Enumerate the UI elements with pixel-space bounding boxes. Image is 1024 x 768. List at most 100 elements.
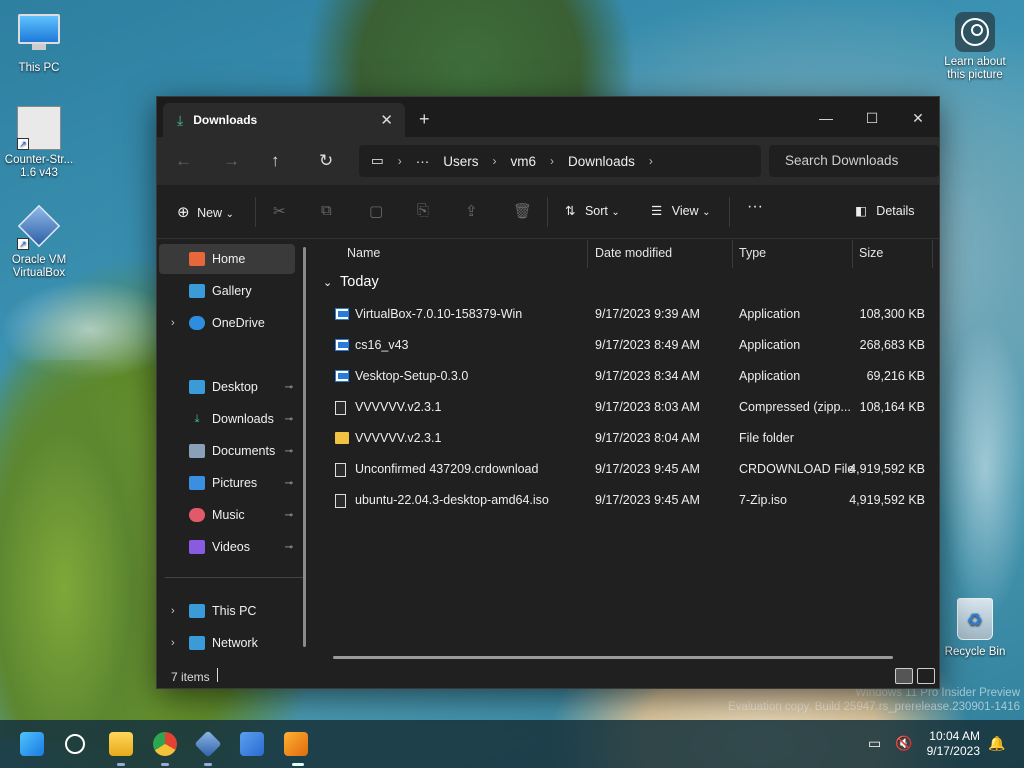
sidebar-item-pictures[interactable]: Pictures ⊸ (159, 468, 295, 498)
windows-watermark: Windows 11 Pro Insider Preview Evaluatio… (728, 686, 1020, 714)
sidebar-item-home[interactable]: Home (159, 244, 295, 274)
sidebar-item-downloads[interactable]: ⤓ Downloads ⊸ (159, 404, 295, 434)
sidebar-item-desktop[interactable]: Desktop ⊸ (159, 372, 295, 402)
tiles-view-button[interactable] (917, 668, 935, 684)
chevron-right-icon[interactable]: › (171, 317, 175, 329)
file-date: 9/17/2023 9:39 AM (595, 307, 700, 321)
file-date: 9/17/2023 8:04 AM (595, 431, 700, 445)
notification-icon[interactable]: 🔔 (988, 735, 1005, 752)
new-tab-button[interactable]: + (419, 109, 430, 130)
chevron-down-icon: ⌄ (323, 277, 333, 289)
group-label: Today (340, 274, 379, 290)
start-icon[interactable] (20, 732, 44, 756)
search-icon[interactable] (65, 734, 85, 754)
desktop-icon-counter-strike[interactable]: ↗ Counter-Str... 1.6 v43 (1, 106, 77, 180)
desktop-icon-virtualbox[interactable]: ↗ Oracle VM VirtualBox (1, 204, 77, 280)
view-button[interactable]: ☰ View ⌄ (651, 203, 710, 218)
file-row[interactable]: cs16_v43 9/17/2023 8:49 AM Application 2… (317, 330, 937, 361)
file-row[interactable]: VVVVVV.v2.3.1 9/17/2023 8:03 AM Compress… (317, 392, 937, 423)
chevron-right-icon[interactable]: › (550, 154, 554, 168)
more-options-button[interactable]: ··· (747, 198, 763, 216)
tab-title: Downloads (193, 113, 258, 127)
store-icon[interactable] (240, 732, 264, 756)
column-header-size[interactable]: Size (859, 240, 933, 268)
back-button[interactable]: ← (175, 151, 192, 171)
horizontal-scrollbar[interactable] (333, 656, 893, 659)
computer-icon[interactable]: ▭ (371, 153, 384, 169)
sidebar-item-onedrive[interactable]: › OneDrive (159, 308, 295, 338)
volume-mute-icon[interactable]: 🔇 (895, 735, 912, 752)
details-button[interactable]: ◧ Details (855, 203, 915, 218)
column-header-date[interactable]: Date modified (595, 240, 733, 268)
file-row[interactable]: ubuntu-22.04.3-desktop-amd64.iso 9/17/20… (317, 485, 937, 516)
clock[interactable]: 10:04 AM 9/17/2023 (927, 729, 980, 759)
display-icon[interactable]: ▭ (868, 735, 881, 752)
sidebar-item-gallery[interactable]: Gallery (159, 276, 295, 306)
tab-downloads[interactable]: ⤓ Downloads ✕ (163, 103, 405, 137)
delete-button[interactable]: 🗑 (513, 202, 532, 220)
details-view-button[interactable] (895, 668, 913, 684)
running-indicator (204, 763, 212, 766)
file-type: Application (739, 369, 801, 383)
forward-button[interactable]: → (223, 151, 240, 171)
sidebar-scrollbar[interactable] (303, 247, 306, 647)
file-name: cs16_v43 (355, 338, 409, 352)
up-button[interactable]: ↑ (271, 151, 280, 171)
date: 9/17/2023 (926, 744, 980, 758)
documents-icon (189, 444, 205, 458)
rename-button[interactable]: ⎘ (417, 202, 429, 219)
app-icon[interactable] (284, 732, 308, 756)
sidebar-item-music[interactable]: Music ⊸ (159, 500, 295, 530)
sidebar-item-network[interactable]: › Network (159, 628, 295, 658)
column-header-name[interactable]: Name (347, 240, 588, 268)
file-explorer-window: ⤓ Downloads ✕ + — ☐ ✕ ← → ↑ ↻ ▭ › ··· Us… (156, 96, 940, 689)
title-bar: ⤓ Downloads ✕ + — ☐ ✕ (157, 97, 939, 137)
file-type: Application (739, 338, 801, 352)
tab-close-icon[interactable]: ✕ (380, 111, 393, 129)
desktop-icon-recycle-bin[interactable]: ♻ Recycle Bin (937, 598, 1013, 659)
paste-button[interactable]: ▢ (369, 202, 383, 220)
sidebar-item-documents[interactable]: Documents ⊸ (159, 436, 295, 466)
file-name: VirtualBox-7.0.10-158379-Win (355, 307, 523, 321)
breadcrumb-users[interactable]: Users (443, 154, 478, 169)
breadcrumb-downloads[interactable]: Downloads (568, 154, 635, 169)
copy-button[interactable]: ⧉ (321, 202, 332, 219)
chrome-icon[interactable] (153, 732, 177, 756)
column-header-type[interactable]: Type (739, 240, 853, 268)
new-button[interactable]: ⊕ New ⌄ (177, 203, 234, 221)
file-row[interactable]: Vesktop-Setup-0.3.0 9/17/2023 8:34 AM Ap… (317, 361, 937, 392)
virtualbox-icon[interactable] (194, 730, 222, 758)
share-button[interactable]: ⇪ (465, 202, 478, 220)
sidebar-item-videos[interactable]: Videos ⊸ (159, 532, 295, 562)
file-icon (335, 494, 346, 508)
sidebar-item-this-pc[interactable]: › This PC (159, 596, 295, 626)
desktop-icon-learn-about-picture[interactable]: Learn about this picture (937, 12, 1013, 82)
file-row[interactable]: VirtualBox-7.0.10-158379-Win 9/17/2023 9… (317, 299, 937, 330)
desktop-icon-this-pc[interactable]: This PC (1, 10, 77, 75)
minimize-button[interactable]: — (803, 103, 849, 133)
desktop-icon-label: Counter-Str... 1.6 v43 (4, 154, 74, 179)
music-icon (189, 508, 205, 522)
address-bar[interactable]: ▭ › ··· Users › vm6 › Downloads › (359, 145, 761, 177)
group-header-today[interactable]: ⌄ Today (323, 274, 379, 290)
chevron-right-icon[interactable]: › (649, 154, 653, 168)
desktop-icon (189, 380, 205, 394)
breadcrumb-overflow[interactable]: ··· (416, 154, 430, 169)
refresh-button[interactable]: ↻ (319, 151, 333, 171)
chevron-right-icon[interactable]: › (493, 154, 497, 168)
file-row[interactable]: Unconfirmed 437209.crdownload 9/17/2023 … (317, 454, 937, 485)
breadcrumb-vm6[interactable]: vm6 (511, 154, 537, 169)
sort-button[interactable]: ⇅ Sort ⌄ (565, 203, 620, 218)
close-button[interactable]: ✕ (895, 103, 941, 133)
file-explorer-icon[interactable] (109, 732, 133, 756)
chevron-right-icon[interactable]: › (171, 605, 175, 617)
zip-file-icon (335, 401, 346, 415)
maximize-button[interactable]: ☐ (849, 103, 895, 133)
chevron-right-icon[interactable]: › (171, 637, 175, 649)
running-indicator (117, 763, 125, 766)
file-row[interactable]: VVVVVV.v2.3.1 9/17/2023 8:04 AM File fol… (317, 423, 937, 454)
cut-button[interactable]: ✂ (273, 202, 286, 220)
search-input[interactable]: Search Downloads (769, 145, 939, 177)
time: 10:04 AM (929, 729, 980, 743)
chevron-right-icon[interactable]: › (398, 154, 402, 168)
